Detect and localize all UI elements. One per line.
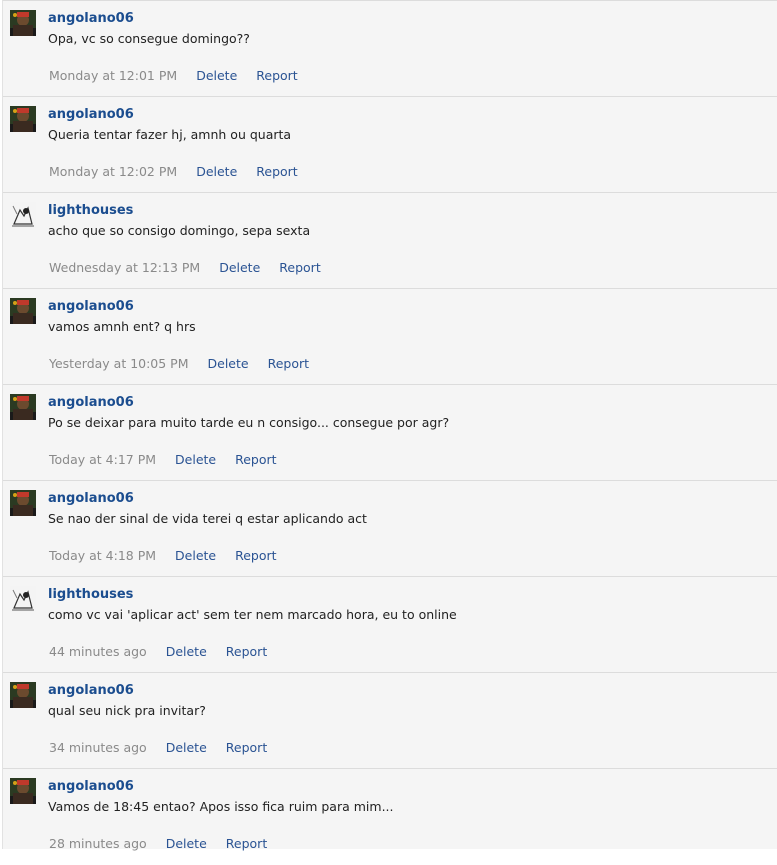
- timestamp[interactable]: Monday at 12:01 PM: [49, 68, 177, 83]
- message-item: lighthouses acho que so consigo domingo,…: [3, 193, 777, 289]
- delete-link[interactable]: Delete: [175, 548, 216, 563]
- message-item: angolano06 qual seu nick pra invitar? 34…: [3, 673, 777, 769]
- report-link[interactable]: Report: [235, 452, 276, 467]
- timestamp[interactable]: Wednesday at 12:13 PM: [49, 260, 200, 275]
- report-link[interactable]: Report: [256, 164, 297, 179]
- report-link[interactable]: Report: [235, 548, 276, 563]
- avatar[interactable]: [10, 10, 36, 36]
- message-text: Opa, vc so consegue domingo??: [48, 31, 250, 46]
- username[interactable]: angolano06: [48, 11, 134, 26]
- message-item: angolano06 Queria tentar fazer hj, amnh …: [3, 97, 777, 193]
- message-text: como vc vai 'aplicar act' sem ter nem ma…: [48, 607, 457, 622]
- username[interactable]: angolano06: [48, 107, 134, 122]
- message-item: angolano06 Po se deixar para muito tarde…: [3, 385, 777, 481]
- report-link[interactable]: Report: [226, 740, 267, 755]
- timestamp[interactable]: Today at 4:18 PM: [49, 548, 156, 563]
- message-meta: 44 minutes ago Delete Report: [49, 644, 286, 659]
- avatar[interactable]: [10, 682, 36, 708]
- message-text: Vamos de 18:45 entao? Apos isso fica rui…: [48, 799, 394, 814]
- message-item: angolano06 Se nao der sinal de vida tere…: [3, 481, 777, 577]
- username[interactable]: angolano06: [48, 683, 134, 698]
- avatar[interactable]: [10, 298, 36, 324]
- delete-link[interactable]: Delete: [196, 164, 237, 179]
- message-item: angolano06 vamos amnh ent? q hrs Yesterd…: [3, 289, 777, 385]
- delete-link[interactable]: Delete: [175, 452, 216, 467]
- timestamp[interactable]: Today at 4:17 PM: [49, 452, 156, 467]
- username[interactable]: angolano06: [48, 299, 134, 314]
- username[interactable]: angolano06: [48, 779, 134, 794]
- avatar[interactable]: [10, 394, 36, 420]
- message-meta: Monday at 12:01 PM Delete Report: [49, 68, 317, 83]
- message-text: vamos amnh ent? q hrs: [48, 319, 196, 334]
- message-meta: Today at 4:18 PM Delete Report: [49, 548, 296, 563]
- report-link[interactable]: Report: [226, 644, 267, 659]
- username[interactable]: lighthouses: [48, 203, 133, 218]
- avatar[interactable]: [10, 586, 36, 612]
- message-meta: 34 minutes ago Delete Report: [49, 740, 286, 755]
- delete-link[interactable]: Delete: [166, 644, 207, 659]
- report-link[interactable]: Report: [256, 68, 297, 83]
- message-item: angolano06 Vamos de 18:45 entao? Apos is…: [3, 769, 777, 865]
- report-link[interactable]: Report: [268, 356, 309, 371]
- avatar[interactable]: [10, 778, 36, 804]
- delete-link[interactable]: Delete: [208, 356, 249, 371]
- message-meta: Wednesday at 12:13 PM Delete Report: [49, 260, 340, 275]
- message-text: Queria tentar fazer hj, amnh ou quarta: [48, 127, 292, 142]
- username[interactable]: angolano06: [48, 491, 134, 506]
- avatar[interactable]: [10, 106, 36, 132]
- message-item: lighthouses como vc vai 'aplicar act' se…: [3, 577, 777, 673]
- username[interactable]: lighthouses: [48, 587, 133, 602]
- timestamp[interactable]: Monday at 12:02 PM: [49, 164, 177, 179]
- timestamp[interactable]: 44 minutes ago: [49, 644, 147, 659]
- timestamp[interactable]: Yesterday at 10:05 PM: [49, 356, 189, 371]
- message-meta: Yesterday at 10:05 PM Delete Report: [49, 356, 328, 371]
- message-item: angolano06 Opa, vc so consegue domingo??…: [3, 1, 777, 97]
- message-text: Se nao der sinal de vida terei q estar a…: [48, 511, 367, 526]
- message-meta: Today at 4:17 PM Delete Report: [49, 452, 296, 467]
- message-text: Po se deixar para muito tarde eu n consi…: [48, 415, 450, 430]
- username[interactable]: angolano06: [48, 395, 134, 410]
- delete-link[interactable]: Delete: [219, 260, 260, 275]
- avatar[interactable]: [10, 490, 36, 516]
- timestamp[interactable]: 34 minutes ago: [49, 740, 147, 755]
- message-text: acho que so consigo domingo, sepa sexta: [48, 223, 311, 238]
- delete-link[interactable]: Delete: [166, 740, 207, 755]
- delete-link[interactable]: Delete: [196, 68, 237, 83]
- avatar[interactable]: [10, 202, 36, 228]
- report-link[interactable]: Report: [279, 260, 320, 275]
- message-text: qual seu nick pra invitar?: [48, 703, 206, 718]
- message-thread: angolano06 Opa, vc so consegue domingo??…: [2, 0, 777, 851]
- message-meta: Monday at 12:02 PM Delete Report: [49, 164, 317, 179]
